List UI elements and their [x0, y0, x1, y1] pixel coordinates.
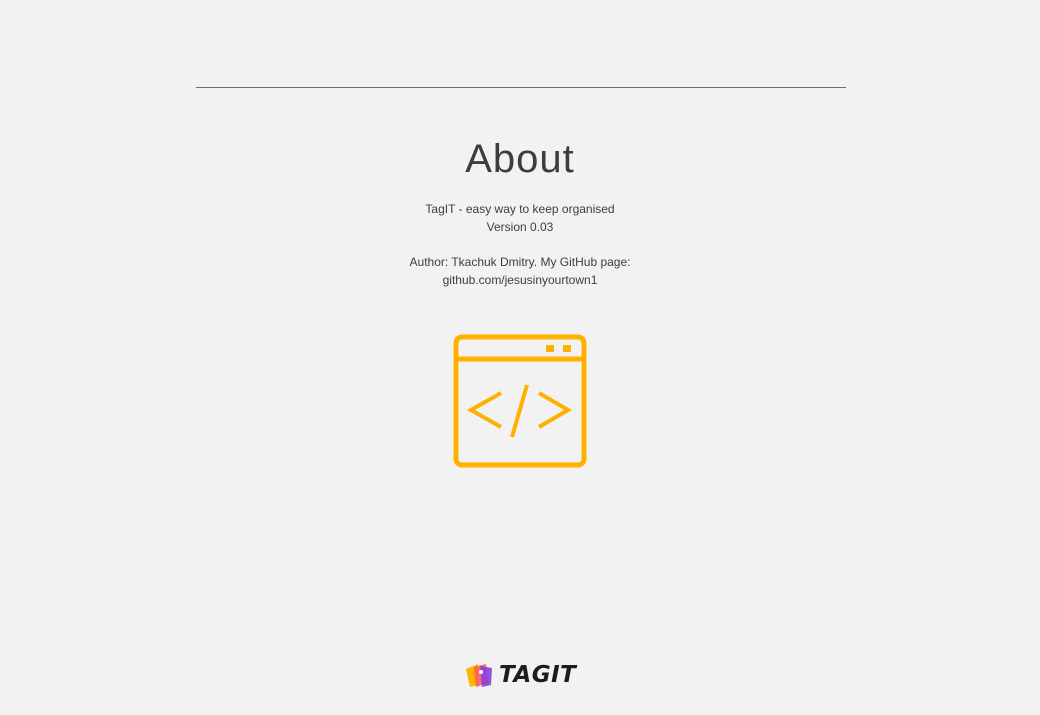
author-line: Author: Tkachuk Dmitry. My GitHub page:: [409, 255, 631, 269]
header-divider: [196, 87, 846, 88]
app-info: TagIT - easy way to keep organised Versi…: [0, 200, 1040, 236]
code-window-icon: [453, 334, 587, 468]
page-title: About: [465, 137, 575, 181]
logo-wordmark: TAGIT: [499, 662, 577, 688]
app-version: Version 0.03: [486, 220, 554, 234]
footer-logo: TAGIT: [464, 660, 576, 690]
github-link[interactable]: github.com/jesusinyourtown1: [443, 273, 598, 287]
author-info: Author: Tkachuk Dmitry. My GitHub page: …: [0, 253, 1040, 289]
app-tagline: TagIT - easy way to keep organised: [425, 202, 615, 216]
tagit-logo-icon: [466, 664, 492, 687]
